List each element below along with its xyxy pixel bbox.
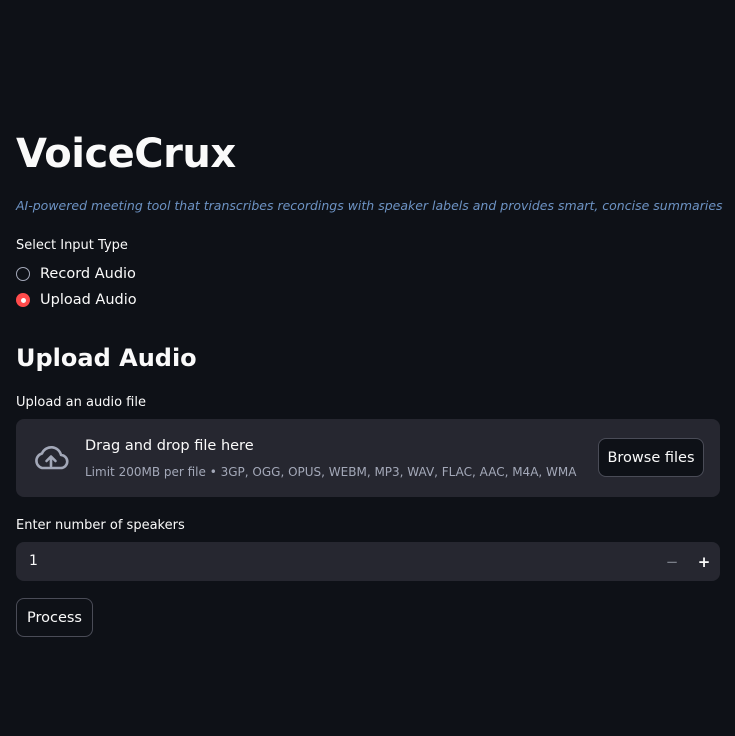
radio-label-upload-audio: Upload Audio (40, 292, 137, 308)
file-dropzone[interactable]: Drag and drop file here Limit 200MB per … (16, 419, 720, 497)
decrement-button[interactable]: − (656, 542, 688, 581)
upload-audio-heading: Upload Audio (16, 344, 197, 372)
process-button[interactable]: Process (16, 598, 93, 637)
uploader-label: Upload an audio file (16, 395, 146, 410)
cloud-upload-icon (35, 446, 69, 470)
speakers-number-input[interactable]: 1 − + (16, 542, 720, 581)
speakers-value[interactable]: 1 (29, 553, 38, 569)
app-title: VoiceCrux (16, 131, 236, 177)
increment-button[interactable]: + (688, 542, 720, 581)
radio-selected-icon (16, 293, 30, 307)
speakers-label: Enter number of speakers (16, 518, 185, 533)
radio-label-record-audio: Record Audio (40, 266, 136, 282)
radio-upload-audio[interactable]: Upload Audio (16, 292, 137, 308)
dropzone-limit-text: Limit 200MB per file • 3GP, OGG, OPUS, W… (85, 465, 577, 479)
radio-record-audio[interactable]: Record Audio (16, 266, 136, 282)
browse-files-button[interactable]: Browse files (598, 438, 704, 477)
dropzone-title: Drag and drop file here (85, 438, 254, 454)
radio-unselected-icon (16, 267, 30, 281)
app-subtitle: AI-powered meeting tool that transcribes… (16, 198, 723, 213)
input-type-label: Select Input Type (16, 238, 128, 253)
